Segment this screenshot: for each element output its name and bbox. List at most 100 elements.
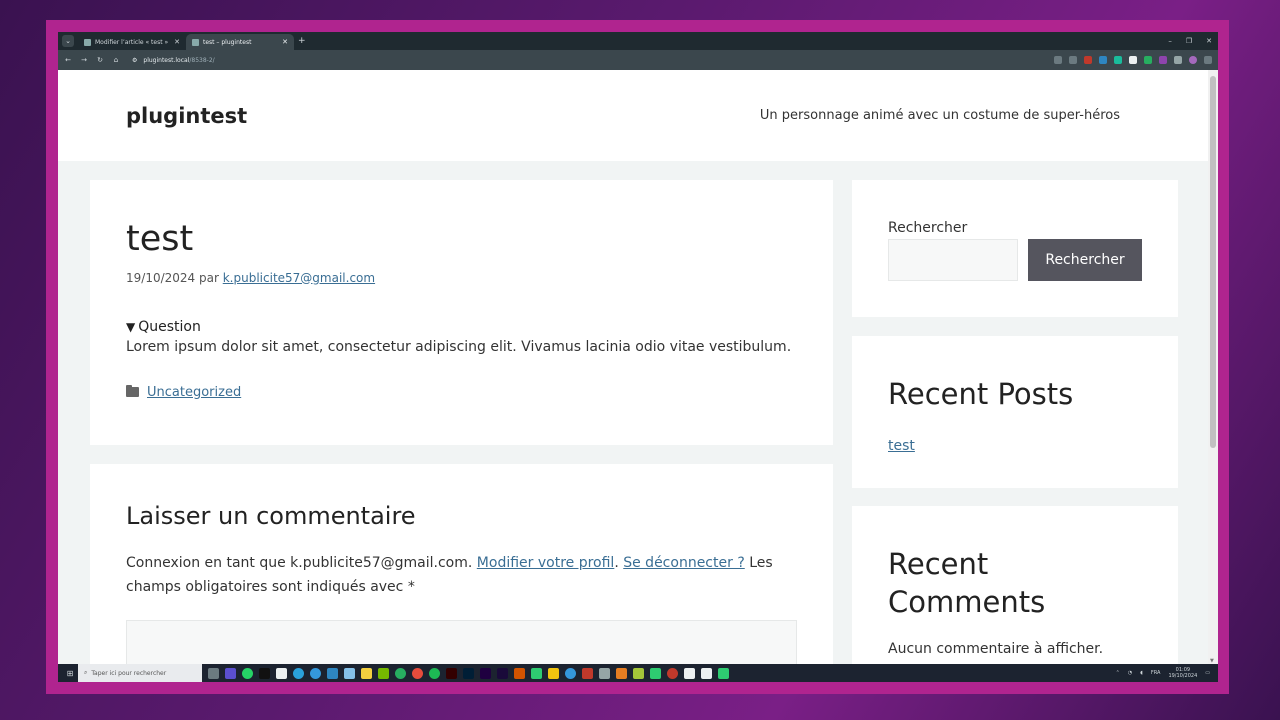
extension-icon[interactable] [1174, 56, 1182, 64]
extension-icon[interactable] [1159, 56, 1167, 64]
tray-chevron-icon[interactable]: ⌃ [1116, 670, 1120, 676]
taskbar-search-input[interactable]: ⌕ Taper ici pour rechercher [78, 664, 202, 682]
spotify-icon[interactable] [429, 667, 440, 679]
profile-avatar-icon[interactable] [1189, 56, 1197, 64]
menu-kebab-icon[interactable] [1204, 56, 1212, 64]
post-article: test 19/10/2024 par k.publicite57@gmail.… [90, 180, 833, 445]
premiere-icon[interactable] [480, 667, 491, 679]
os-taskbar: ⊞ ⌕ Taper ici pour rechercher ⌃ ◔ ◖ FRA … [58, 664, 1218, 682]
tab-favicon-icon [192, 38, 199, 46]
app-icon[interactable] [514, 667, 525, 679]
extension-icon[interactable] [1099, 56, 1107, 64]
extensions-area [1054, 56, 1212, 64]
app-icon[interactable] [344, 667, 355, 679]
windows-start-icon[interactable]: ⊞ [62, 669, 78, 678]
reload-icon[interactable]: ↻ [96, 56, 104, 64]
post-author-link[interactable]: k.publicite57@gmail.com [223, 271, 375, 285]
url-path: /8538-2/ [189, 56, 215, 64]
taskbar-apps [208, 667, 729, 679]
recent-post-link[interactable]: test [888, 438, 915, 454]
page-scrollbar[interactable]: ▼ [1208, 70, 1218, 664]
taskbar-clock[interactable]: 01:09 19/10/2024 [1168, 667, 1197, 679]
recent-posts-widget: Recent Posts test [852, 336, 1178, 488]
post-by: par [199, 270, 219, 285]
post-title: test [126, 219, 194, 259]
network-icon[interactable]: ◔ [1128, 670, 1132, 676]
tray-language[interactable]: FRA [1151, 670, 1161, 676]
tiktok-icon[interactable] [259, 667, 270, 679]
search-input[interactable] [888, 239, 1018, 281]
home-icon[interactable]: ⌂ [112, 56, 120, 64]
no-comments-text: Aucun commentaire à afficher. [888, 641, 1104, 658]
site-tagline: Un personnage animé avec un costume de s… [759, 108, 1120, 123]
browser-tab-bar: ⌄ Modifier l’article « test » ‹ pluginte… [58, 32, 1218, 50]
recent-comments-title: Recent Comments [888, 547, 1046, 619]
chrome-icon[interactable] [412, 667, 423, 679]
app-icon[interactable] [548, 667, 559, 679]
scrollbar-thumb[interactable] [1210, 76, 1216, 448]
logout-link[interactable]: Se déconnecter ? [623, 555, 745, 571]
tab-close-icon[interactable]: ✕ [174, 38, 180, 46]
comment-textarea[interactable] [126, 619, 797, 664]
tab-search-icon[interactable]: ⌄ [62, 35, 74, 47]
nvidia-icon[interactable] [378, 667, 389, 679]
category-link[interactable]: Uncategorized [147, 385, 241, 400]
app-icon[interactable] [599, 667, 610, 679]
tab-test[interactable]: test – plugintest ✕ [186, 34, 294, 50]
app-icon[interactable] [718, 667, 729, 679]
app-icon[interactable] [667, 667, 678, 679]
url-field[interactable]: ⚙ plugintest.local/8538-2/ [132, 57, 215, 64]
volume-icon[interactable]: ◖ [1140, 670, 1143, 676]
extension-icon[interactable] [1114, 56, 1122, 64]
filezilla-icon[interactable] [582, 667, 593, 679]
tab-label: Modifier l’article « test » ‹ plugintest [95, 38, 170, 46]
app-icon[interactable] [225, 667, 236, 679]
extension-icon[interactable] [1129, 56, 1137, 64]
details-summary[interactable]: ▼ Question [126, 319, 797, 335]
telegram-icon[interactable] [293, 667, 304, 679]
folder-icon [126, 385, 139, 397]
zoom-icon[interactable] [1054, 56, 1062, 64]
post-meta: 19/10/2024 par k.publicite57@gmail.com [126, 271, 797, 285]
maximize-button[interactable]: ❐ [1186, 37, 1192, 45]
clock-date: 19/10/2024 [1168, 673, 1198, 679]
app-icon[interactable] [701, 667, 712, 679]
tab-edit-article[interactable]: Modifier l’article « test » ‹ plugintest… [78, 34, 186, 50]
forward-arrow-icon[interactable]: → [80, 56, 88, 64]
app-icon[interactable] [395, 667, 406, 679]
site-header: plugintest Un personnage animé avec un c… [58, 70, 1208, 161]
file-explorer-icon[interactable] [361, 667, 372, 679]
new-tab-button[interactable]: + [298, 36, 306, 46]
task-view-icon[interactable] [208, 667, 219, 679]
edit-profile-link[interactable]: Modifier votre profil [477, 555, 615, 571]
taskbar-search-placeholder: Taper ici pour rechercher [91, 669, 167, 677]
notepad-icon[interactable] [276, 667, 287, 679]
close-window-button[interactable]: ✕ [1206, 37, 1212, 45]
summary-label: Question [138, 318, 201, 335]
extension-icon[interactable] [1084, 56, 1092, 64]
app-icon[interactable] [531, 667, 542, 679]
bookmark-star-icon[interactable] [1069, 56, 1077, 64]
whatsapp-icon[interactable] [242, 667, 253, 679]
after-effects-icon[interactable] [497, 667, 508, 679]
app-icon[interactable] [650, 667, 661, 679]
notification-icon[interactable]: ▭ [1205, 670, 1210, 676]
app-icon[interactable] [684, 667, 695, 679]
app-icon[interactable] [616, 667, 627, 679]
minimize-button[interactable]: – [1168, 37, 1172, 45]
photoshop-icon[interactable] [463, 667, 474, 679]
extension-icon[interactable] [1144, 56, 1152, 64]
url-host: plugintest.local [143, 56, 190, 64]
site-info-icon[interactable]: ⚙ [132, 57, 137, 64]
illustrator-icon[interactable] [446, 667, 457, 679]
recent-posts-title: Recent Posts [888, 377, 1074, 411]
search-button[interactable]: Rechercher [1028, 239, 1142, 281]
android-icon[interactable] [633, 667, 644, 679]
app-icon[interactable] [565, 667, 576, 679]
back-arrow-icon[interactable]: ← [64, 56, 72, 64]
disclosure-triangle-icon[interactable]: ▼ [126, 320, 135, 334]
app-icon[interactable] [310, 667, 321, 679]
app-icon[interactable] [327, 667, 338, 679]
tab-close-icon[interactable]: ✕ [282, 38, 288, 46]
site-title[interactable]: plugintest [126, 104, 247, 128]
